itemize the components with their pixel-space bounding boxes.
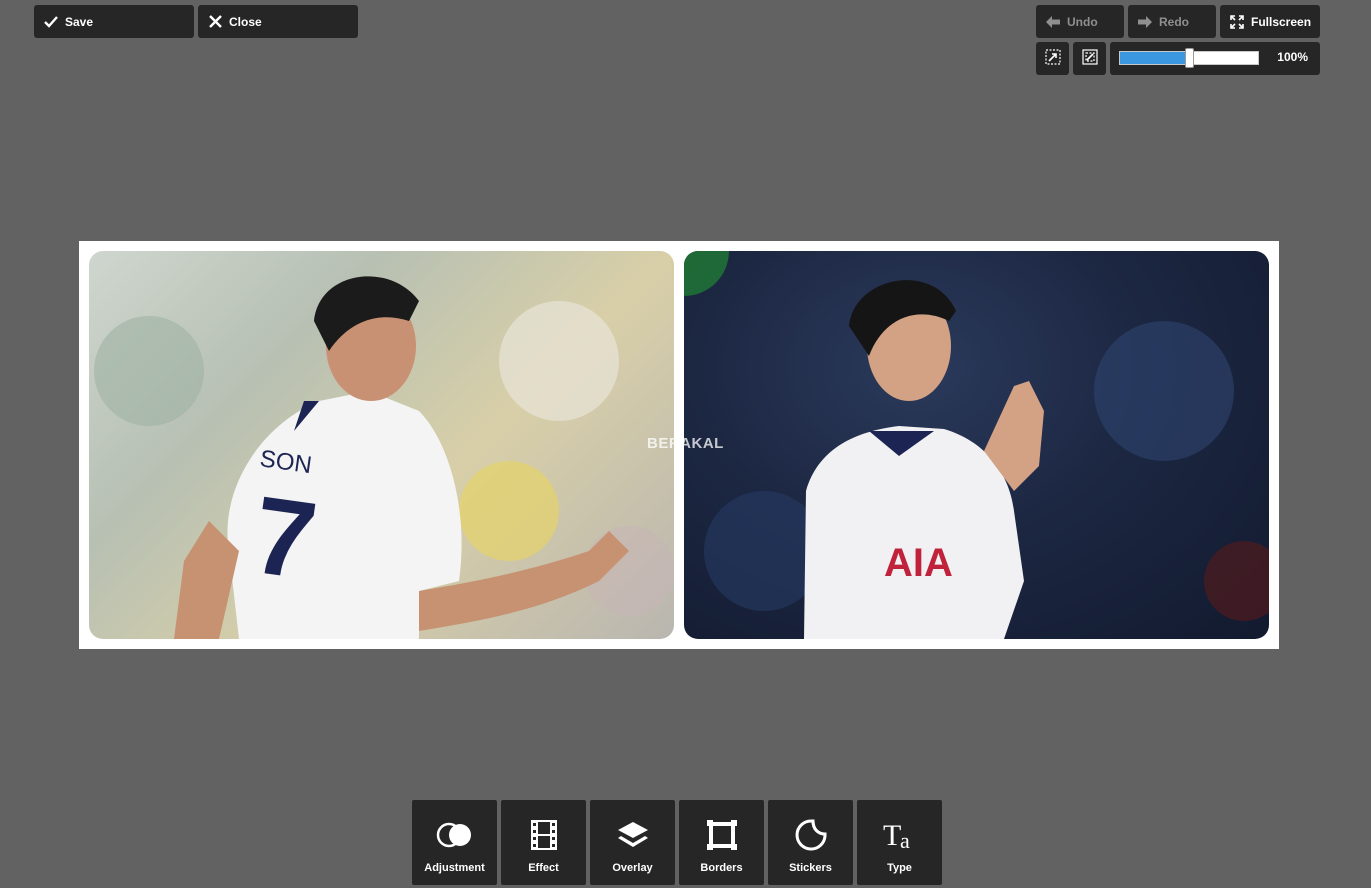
film-icon <box>501 818 586 852</box>
tool-label: Borders <box>700 862 743 874</box>
tool-effect[interactable]: Effect <box>501 800 586 885</box>
svg-text:T: T <box>883 819 901 851</box>
fullscreen-button[interactable]: Fullscreen <box>1220 5 1320 38</box>
tool-label: Overlay <box>612 862 653 874</box>
zoom-panel: 100% <box>1110 42 1320 75</box>
watermark-text: BERAKAL <box>647 435 724 452</box>
save-label: Save <box>65 14 94 29</box>
photo-left: SON 7 <box>89 251 674 639</box>
fullscreen-label: Fullscreen <box>1251 14 1312 29</box>
svg-text:AIA: AIA <box>884 541 953 585</box>
layers-icon <box>590 818 675 852</box>
zoom-in-button[interactable] <box>1073 42 1106 75</box>
redo-label: Redo <box>1159 14 1189 29</box>
close-icon <box>207 14 223 30</box>
tool-stickers[interactable]: Stickers <box>768 800 853 885</box>
close-button[interactable]: Close <box>198 5 358 38</box>
fit-icon <box>1081 49 1098 68</box>
tool-label: Type <box>887 862 912 874</box>
tool-type[interactable]: T a Type <box>857 800 942 885</box>
tool-label: Adjustment <box>424 862 485 874</box>
zoom-value: 100% <box>1277 50 1308 64</box>
zoom-slider-handle[interactable] <box>1185 48 1194 68</box>
zoom-slider[interactable] <box>1119 48 1259 68</box>
zoom-out-button[interactable] <box>1036 42 1069 75</box>
undo-button[interactable]: Undo <box>1036 5 1124 38</box>
sticker-icon <box>768 818 853 852</box>
svg-text:a: a <box>900 828 910 851</box>
frame-icon <box>679 818 764 852</box>
zoom-slider-fill <box>1120 52 1189 64</box>
tool-overlay[interactable]: Overlay <box>590 800 675 885</box>
tool-label: Stickers <box>789 862 832 874</box>
text-icon: T a <box>857 818 942 852</box>
arrow-right-icon <box>1137 14 1153 30</box>
shrink-icon <box>1044 49 1061 68</box>
undo-label: Undo <box>1067 14 1098 29</box>
close-label: Close <box>229 14 262 29</box>
tool-borders[interactable]: Borders <box>679 800 764 885</box>
photo-right: AIA <box>684 251 1269 639</box>
expand-icon <box>1229 14 1245 30</box>
check-icon <box>43 14 59 30</box>
arrow-left-icon <box>1045 14 1061 30</box>
tool-adjustment[interactable]: Adjustment <box>412 800 497 885</box>
adjustment-icon <box>412 818 497 852</box>
save-button[interactable]: Save <box>34 5 194 38</box>
redo-button[interactable]: Redo <box>1128 5 1216 38</box>
tool-label: Effect <box>528 862 559 874</box>
